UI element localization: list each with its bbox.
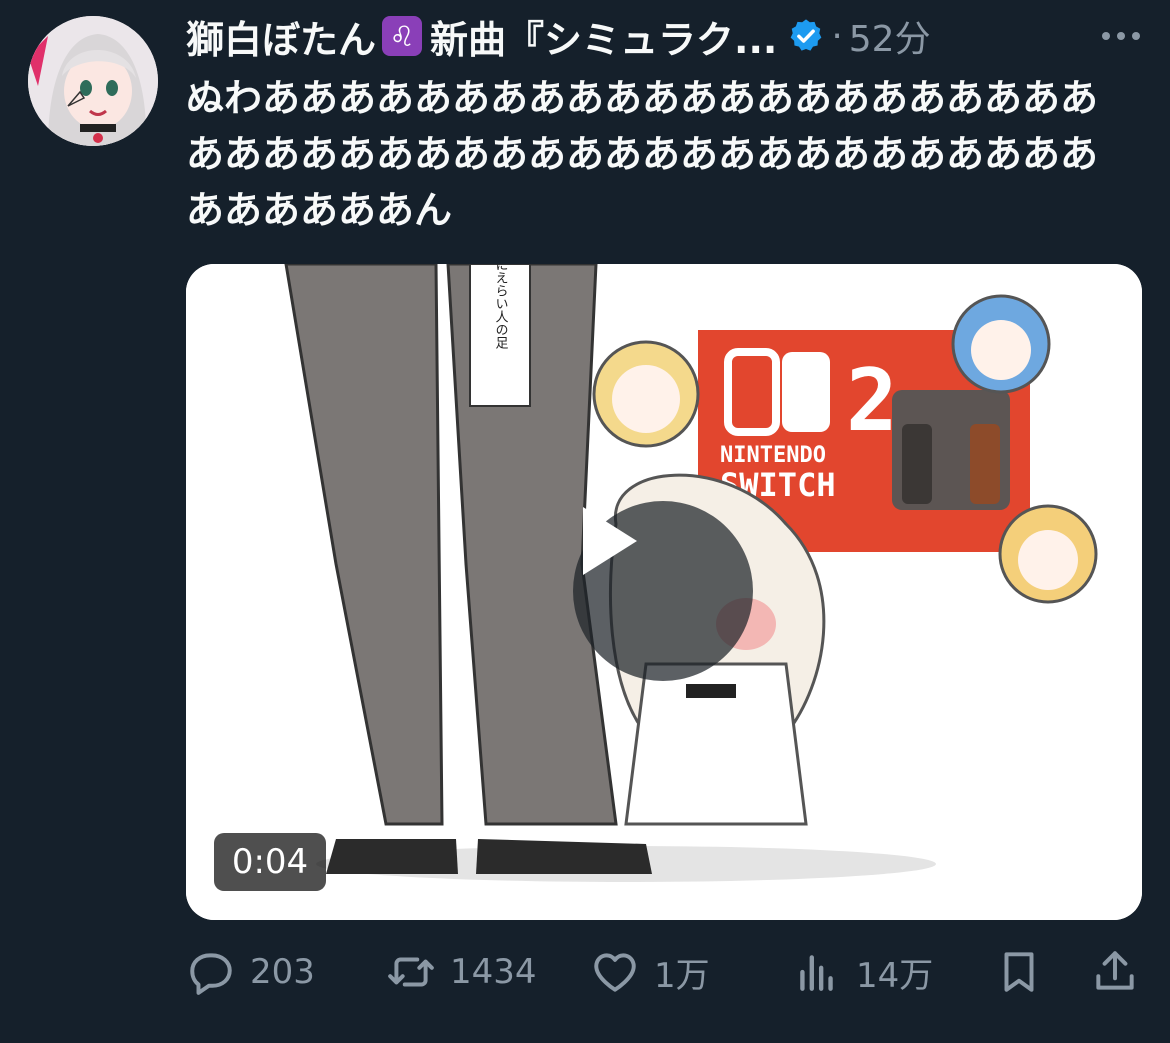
bookmark-icon: [1004, 952, 1034, 992]
like-button[interactable]: 1万: [590, 940, 710, 1004]
bookmark-button[interactable]: [994, 940, 1058, 1004]
leg-sign-text: 圧倒的にえらい人の足: [493, 264, 509, 350]
leo-emoji: ♌: [382, 16, 423, 56]
logo-number: 2: [846, 351, 898, 451]
reply-count: 203: [250, 952, 315, 992]
verified-badge-icon: [790, 19, 822, 51]
play-icon: [583, 507, 637, 575]
avatar-image: [28, 16, 158, 146]
avatar[interactable]: [28, 16, 158, 146]
views-count: 14万: [856, 955, 934, 996]
views-button[interactable]: 14万: [792, 940, 933, 1004]
more-icon[interactable]: [1096, 16, 1146, 56]
retweet-button[interactable]: 1434: [386, 940, 537, 1004]
reply-button[interactable]: 203: [186, 940, 315, 1004]
retweet-count: 1434: [450, 952, 537, 992]
share-button[interactable]: [1090, 940, 1154, 1004]
separator: ·: [831, 15, 843, 57]
like-icon: [594, 953, 636, 992]
share-icon: [1096, 951, 1134, 990]
reply-icon: [190, 953, 232, 995]
play-button[interactable]: [573, 501, 753, 681]
like-count: 1万: [654, 955, 710, 996]
timestamp[interactable]: 52分: [849, 10, 931, 62]
logo-line1: NINTENDO: [720, 443, 826, 468]
video-media[interactable]: 2 NINTENDO SWITCH 圧倒的にえらい人の足 0:04: [186, 264, 1142, 920]
tweet-text: ぬわああああああああああああああああああああああああああああああああああああああ…: [186, 76, 1099, 232]
display-name[interactable]: 獅白ぼたん: [186, 9, 376, 64]
display-name-suffix[interactable]: 新曲『シミュラク...: [430, 9, 777, 64]
views-icon: [800, 955, 833, 991]
video-duration: 0:04: [214, 833, 326, 891]
action-bar: 203 1434 1万 14万: [186, 940, 1142, 1004]
tweet-header: 獅白ぼたん ♌ 新曲『シミュラク... · 52分: [186, 10, 1146, 62]
retweet-icon: [388, 957, 434, 987]
